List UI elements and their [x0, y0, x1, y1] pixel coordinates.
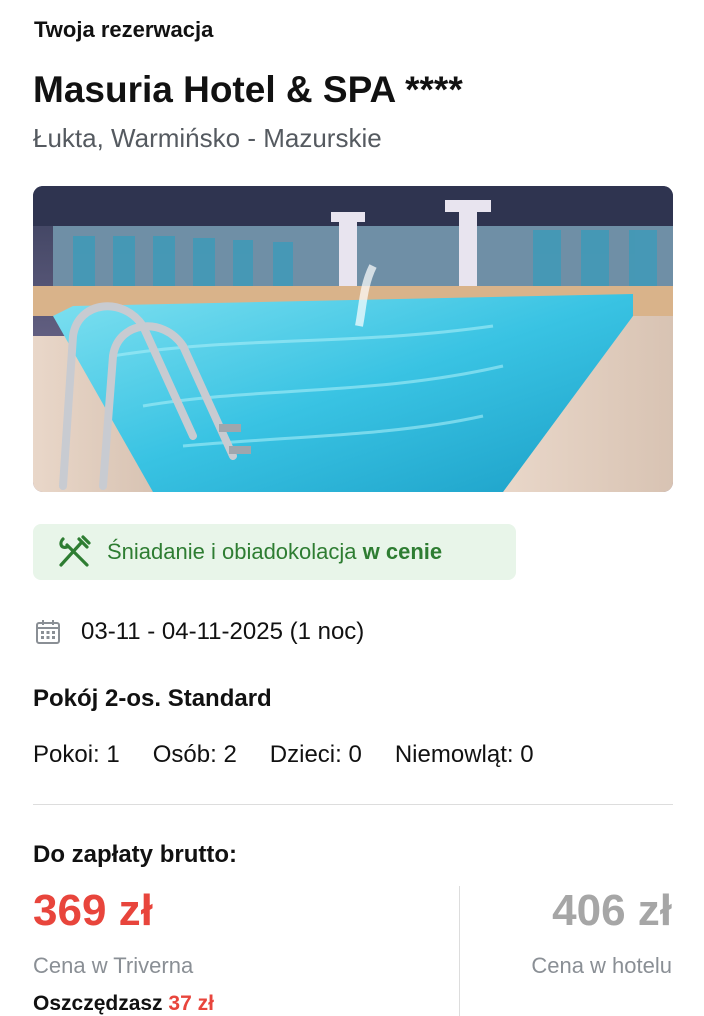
booking-summary: Twoja rezerwacja Masuria Hotel & SPA ***… — [0, 0, 704, 1016]
occupancy-rooms: Pokoi: 1 — [33, 741, 120, 768]
price-divider — [459, 886, 460, 1016]
occupancy-persons: Osób: 2 — [152, 741, 237, 768]
hotel-location: Łukta, Warmińsko - Mazurskie — [33, 123, 382, 153]
triverna-price-caption: Cena w Triverna — [33, 953, 194, 978]
occupancy-infants: Niemowląt: 0 — [394, 741, 534, 768]
savings-amount: 37 zł — [168, 992, 214, 1015]
board-text: Śniadanie i obiadokolacja w cenie — [107, 539, 443, 564]
hotel-price-caption: Cena w hotelu — [531, 953, 672, 978]
hotel-price: 406 zł — [552, 886, 672, 935]
calendar-icon — [36, 620, 60, 644]
stay-dates: 03-11 - 04-11-2025 (1 noc) — [33, 612, 364, 652]
occupancy-children: Dzieci: 0 — [269, 741, 362, 768]
board-badge: Śniadanie i obiadokolacja w cenie — [33, 524, 516, 580]
room-name: Pokój 2-os. Standard — [33, 685, 272, 712]
hotel-name[interactable]: Masuria Hotel & SPA **** — [33, 68, 463, 112]
section-title: Twoja rezerwacja — [34, 17, 214, 42]
payment-label: Do zapłaty brutto: — [33, 841, 237, 868]
stay-dates-text: 03-11 - 04-11-2025 (1 noc) — [81, 618, 365, 645]
divider — [33, 804, 673, 805]
triverna-price: 369 zł — [33, 886, 153, 935]
occupancy-summary: Pokoi: 1 Osób: 2 Dzieci: 0 Niemowląt: 0 — [33, 740, 567, 770]
cutlery-icon — [59, 535, 91, 567]
savings-text: Oszczędzasz 37 zł — [33, 992, 214, 1015]
hotel-pool-photo[interactable] — [33, 186, 673, 492]
